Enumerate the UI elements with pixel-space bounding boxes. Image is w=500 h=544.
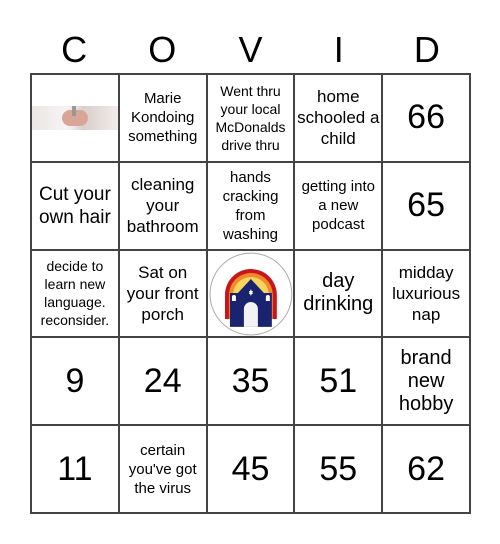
bingo-cell[interactable]: 11 (31, 425, 119, 513)
bingo-header: C O V I D (30, 28, 471, 72)
cell-text: home schooled a child (297, 87, 380, 149)
cell-text: day drinking (303, 270, 374, 316)
cell-text: midday luxurious nap (392, 262, 461, 324)
hand-washing-image (32, 105, 118, 130)
bingo-cell[interactable]: cleaning your bathroom (118, 161, 207, 250)
cell-text: 9 (65, 361, 85, 400)
cell-text: Went thru your local McDonalds drive thr… (215, 82, 286, 153)
bingo-cell[interactable]: 9 (31, 337, 119, 426)
bingo-cell[interactable]: home schooled a child (294, 74, 383, 162)
cell-text: brand new hobby (398, 346, 454, 415)
cell-text: Marie Kondoing something (128, 90, 198, 146)
bingo-grid: Marie Kondoing something Went thru your … (30, 73, 471, 514)
cell-text: cleaning your bathroom (126, 175, 199, 237)
cell-text: 51 (319, 361, 358, 400)
bingo-cell[interactable]: 62 (382, 425, 470, 513)
bingo-cell[interactable]: Sat on your front porch (118, 249, 207, 338)
header-letter: O (148, 29, 177, 70)
bingo-cell[interactable]: Cut your own hair (31, 161, 119, 250)
bingo-cell[interactable]: 51 (294, 337, 383, 426)
bingo-cell[interactable]: 45 (206, 425, 295, 513)
cell-text: 66 (407, 98, 445, 137)
bingo-cell[interactable]: day drinking (294, 249, 383, 338)
bingo-cell[interactable]: getting into a new podcast (294, 161, 383, 250)
cell-text: certain you've got the virus (128, 441, 197, 497)
bingo-cell[interactable]: Marie Kondoing something (118, 74, 207, 162)
cell-text: decide to learn new language. reconsider… (40, 258, 110, 329)
synagogue-rainbow-logo (209, 252, 292, 335)
cell-text: Sat on your front porch (126, 262, 199, 324)
cell-text: 65 (407, 186, 445, 225)
bingo-cell[interactable]: 35 (206, 337, 295, 426)
bingo-cell[interactable]: 66 (382, 74, 470, 162)
bingo-cell[interactable]: Went thru your local McDonalds drive thr… (206, 74, 295, 162)
cell-text: getting into a new podcast (301, 178, 375, 234)
cell-text: 62 (407, 449, 445, 488)
bingo-cell[interactable]: hands cracking from washing (206, 161, 295, 250)
cell-text: 45 (231, 449, 270, 488)
bingo-cell[interactable]: 24 (118, 337, 207, 426)
header-letter: D (413, 29, 440, 70)
bingo-cell[interactable]: 55 (294, 425, 383, 513)
cell-text: 11 (57, 449, 93, 488)
header-letter: V (238, 29, 263, 70)
cell-text: 24 (143, 361, 182, 400)
header-letter: I (333, 29, 344, 70)
header-letter: C (61, 29, 88, 70)
bingo-cell[interactable]: certain you've got the virus (118, 425, 207, 513)
cell-text: Cut your own hair (38, 183, 111, 228)
free-space-cell[interactable] (206, 249, 295, 338)
cell-text: hands cracking from washing (222, 168, 279, 243)
cell-text: 55 (319, 449, 358, 488)
bingo-cell[interactable]: midday luxurious nap (382, 249, 470, 338)
bingo-cell[interactable] (31, 74, 119, 162)
bingo-cell[interactable]: decide to learn new language. reconsider… (31, 249, 119, 338)
bingo-cell[interactable]: brand new hobby (382, 337, 470, 426)
cell-text: 35 (231, 361, 270, 400)
bingo-cell[interactable]: 65 (382, 161, 470, 250)
